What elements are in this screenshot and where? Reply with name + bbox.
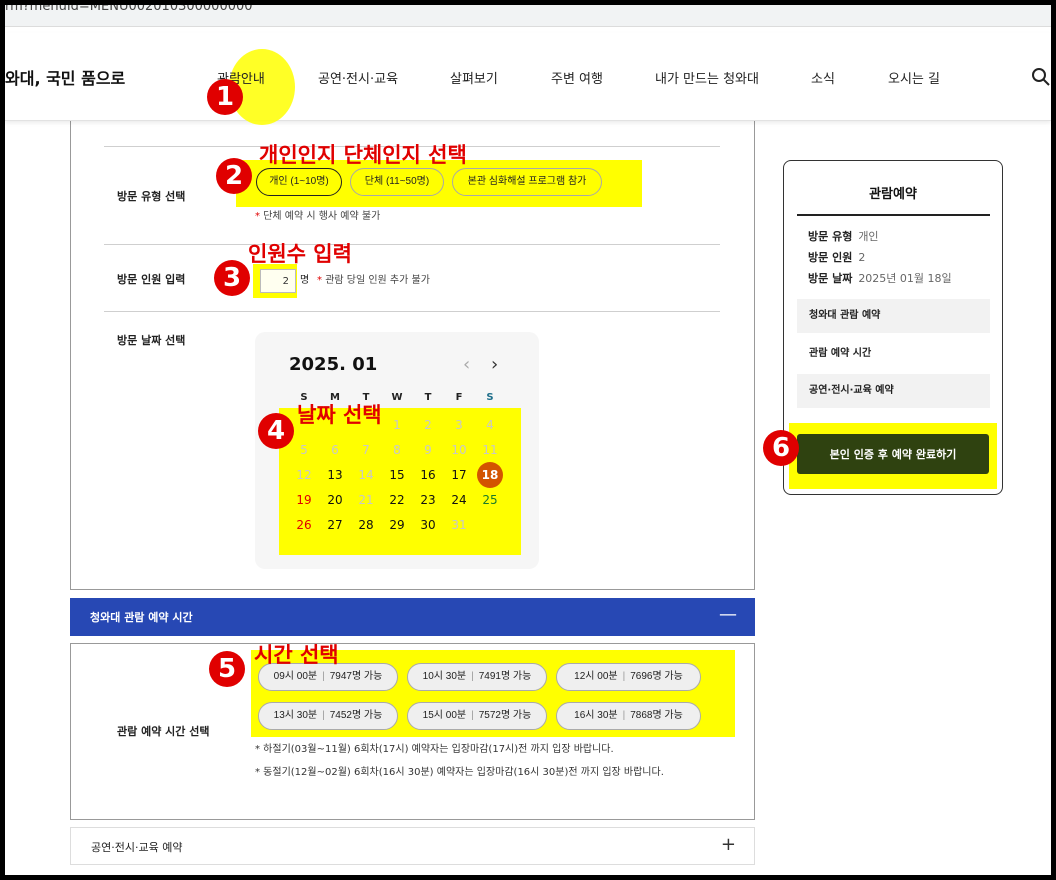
weekday-label: T [424,392,432,403]
calendar-day[interactable]: 24 [446,487,472,513]
time-accordion-header[interactable]: 청와대 관람 예약 시간 — [70,598,755,636]
visit-count-input[interactable] [260,269,296,293]
browser-page: rm?menuId=MENU002010300000000 와대, 국민 품으로… [5,5,1051,875]
step-badge-4: 4 [258,413,294,449]
site-header: 와대, 국민 품으로 관람안내 공연·전시·교육 살펴보기 주변 여행 내가 만… [5,33,1051,125]
visit-count-note: * 관람 당일 인원 추가 불가 [317,275,430,286]
calendar-day: 7 [362,443,370,457]
weekday-label: S [486,392,494,403]
annotation-step4: 날짜 선택 [297,403,382,427]
calendar-day: 8 [393,443,401,457]
step-badge-6: 6 [763,430,799,466]
show-accordion-title: 공연·전시·교육 예약 [91,841,183,854]
calendar-day[interactable]: 27 [322,512,348,538]
calendar-day: 9 [424,443,432,457]
calendar-day: 2 [424,418,432,432]
step-badge-3: 3 [214,260,250,296]
url-text: rm?menuId=MENU002010300000000 [5,5,253,14]
visit-type-note: * 단체 예약 시 행사 예약 불가 [255,211,381,222]
calendar-day[interactable]: 22 [384,487,410,513]
calendar-month-title: 2025. 01 [289,354,378,375]
visit-type-label: 방문 유형 선택 [117,190,186,203]
step-badge-5: 5 [209,651,245,687]
expand-icon[interactable]: + [721,834,736,855]
reservation-summary-card: 관람예약 방문 유형 개인 방문 인원 2 방문 날짜 2025년 01월 18일 청… [783,160,1003,495]
calendar-day[interactable]: 19 [291,487,317,513]
divider [104,244,720,245]
time-accordion-title: 청와대 관람 예약 시간 [90,611,193,624]
calendar-day: 31 [451,518,467,532]
calendar-day: 12 [296,468,312,482]
calendar-day: 1 [393,418,401,432]
summary-rule [797,214,990,216]
calendar-day[interactable]: 26 [291,512,317,538]
show-accordion-header[interactable]: 공연·전시·교육 예약 + [70,827,755,865]
calendar-day[interactable]: 20 [322,487,348,513]
nav-item-news[interactable]: 소식 [811,68,835,87]
calendar-day: 11 [482,443,498,457]
time-select-label: 관람 예약 시간 선택 [117,725,210,738]
annotation-step5: 시간 선택 [254,643,339,667]
time-note-winter: * 동절기(12월~02월) 6회차(16시 30분) 예약자는 입장마감(16… [255,767,664,778]
step-badge-2: 2 [216,158,252,194]
time-slot-button[interactable]: 15시 00분 | 7572명 가능 [407,702,547,730]
calendar-day[interactable]: 28 [353,512,379,538]
calendar-day: 6 [331,443,339,457]
calendar-day: 14 [358,468,374,482]
weekday-label: W [391,392,403,403]
divider [104,311,720,312]
calendar-day[interactable]: 16 [415,462,441,488]
summary-row-date: 방문 날짜 2025년 01월 18일 [808,272,952,285]
visit-count-label: 방문 인원 입력 [117,273,186,286]
calendar-day[interactable]: 15 [384,462,410,488]
summary-section-time: 관람 예약 시간 [809,348,872,359]
summary-title: 관람예약 [869,187,917,202]
calendar-day: 5 [300,443,308,457]
calendar-day: 10 [451,443,467,457]
visit-type-group-button[interactable]: 단체 (11~50명) [350,168,444,196]
weekday-label: F [455,392,463,403]
summary-row-count: 방문 인원 2 [808,251,866,264]
calendar-prev-icon[interactable]: ‹ [463,354,470,375]
nav-item-nearby-travel[interactable]: 주변 여행 [551,68,603,87]
nav-item-explore[interactable]: 살펴보기 [450,68,498,87]
summary-row-type: 방문 유형 개인 [808,230,879,243]
calendar-next-icon[interactable]: › [491,354,498,375]
time-slot-button[interactable]: 10시 30분 | 7491명 가능 [407,663,547,691]
step-badge-1: 1 [207,79,243,115]
visit-type-program-button[interactable]: 본관 심화해설 프로그램 참가 [452,168,602,196]
date-calendar: 2025. 01 ‹ › SMTWTFS 1 2 3 4 5 6 7 8 9 10 11 12 13 14… [255,332,539,569]
time-slot-button[interactable]: 13시 30분 | 7452명 가능 [258,702,398,730]
calendar-day: 3 [455,418,463,432]
nav-item-my-cheongwadae[interactable]: 내가 만드는 청와대 [655,68,759,87]
site-logo[interactable]: 와대, 국민 품으로 [5,65,125,89]
time-slot-button[interactable]: 12시 00분 | 7696명 가능 [556,663,701,691]
annotation-step2: 개인인지 단체인지 선택 [259,143,467,167]
address-bar[interactable]: rm?menuId=MENU002010300000000 [5,5,1051,27]
calendar-day[interactable]: 18 [477,462,503,488]
summary-section-reservation: 청와대 관람 예약 [797,299,990,333]
calendar-day[interactable]: 13 [322,462,348,488]
calendar-day: 21 [358,493,374,507]
calendar-day[interactable]: 30 [415,512,441,538]
nav-item-performance[interactable]: 공연·전시·교육 [318,68,398,87]
calendar-day[interactable]: 25 [477,487,503,513]
search-icon[interactable] [1031,67,1051,87]
calendar-day: 4 [486,418,494,432]
time-note-summer: * 하절기(03월~11월) 6회차(17시) 예약자는 입장마감(17시)전 … [255,744,614,755]
calendar-day[interactable]: 23 [415,487,441,513]
visit-date-label: 방문 날짜 선택 [117,334,186,347]
visit-type-individual-button[interactable]: 개인 (1~10명) [256,168,342,196]
confirm-reservation-button[interactable]: 본인 인증 후 예약 완료하기 [797,434,989,474]
calendar-day[interactable]: 29 [384,512,410,538]
time-slot-button[interactable]: 16시 30분 | 7868명 가능 [556,702,701,730]
calendar-day[interactable]: 17 [446,462,472,488]
visit-count-unit: 명 [300,275,310,286]
collapse-icon[interactable]: — [719,604,737,625]
annotation-step3: 인원수 입력 [248,242,352,266]
nav-item-directions[interactable]: 오시는 길 [888,68,940,87]
summary-section-show: 공연·전시·교육 예약 [797,374,990,408]
